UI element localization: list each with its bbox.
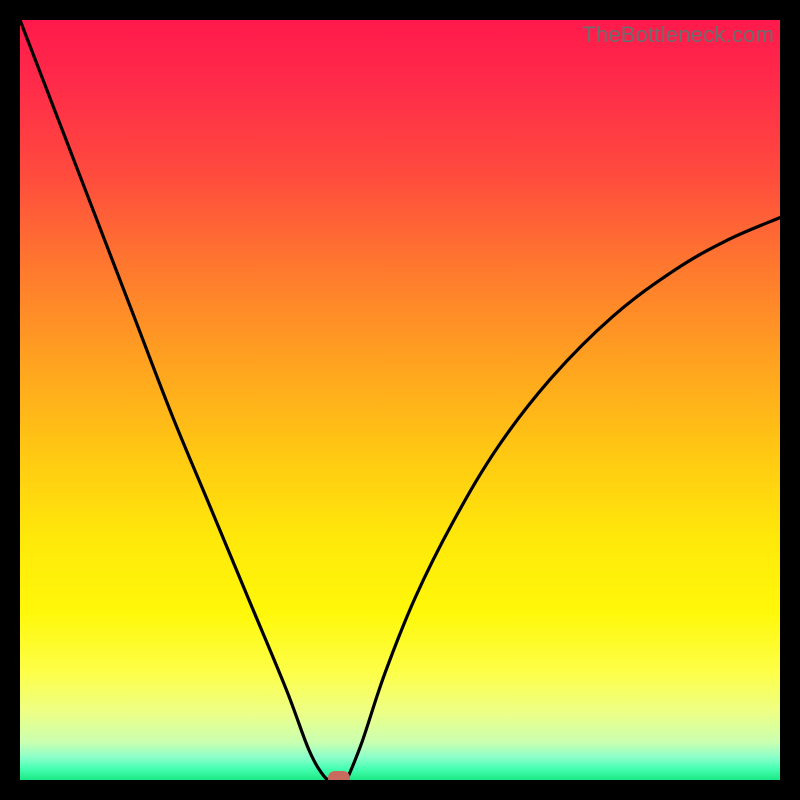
optimum-marker [328,771,350,780]
plot-area: TheBottleneck.com [20,20,780,780]
bottleneck-curve-right [347,218,780,780]
curve-svg [20,20,780,780]
bottleneck-curve-left [20,20,332,780]
watermark-text: TheBottleneck.com [582,22,774,48]
